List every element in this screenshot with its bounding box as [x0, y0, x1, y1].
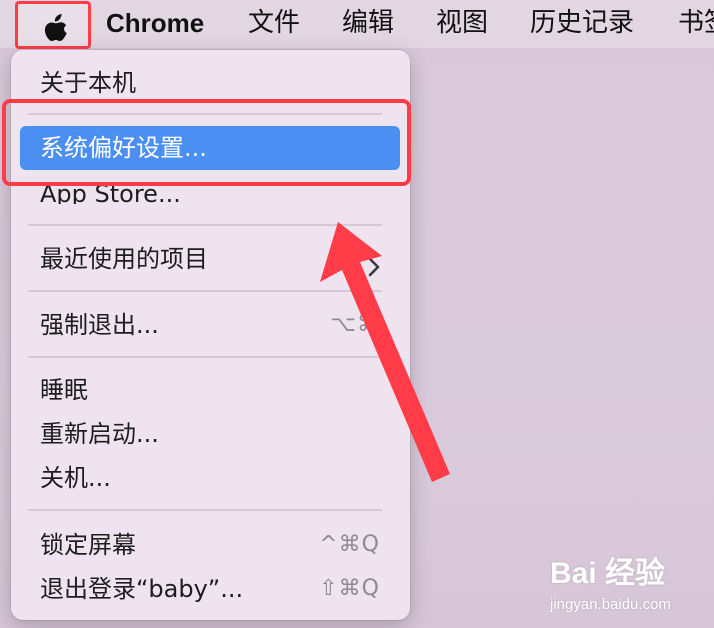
watermark-brand: Bai 经验 — [550, 557, 666, 590]
baidu-watermark: Bai 经验 jingyan.baidu.com — [548, 548, 708, 620]
annotation-arrow-icon — [320, 222, 450, 482]
watermark-site: jingyan.baidu.com — [550, 596, 671, 613]
